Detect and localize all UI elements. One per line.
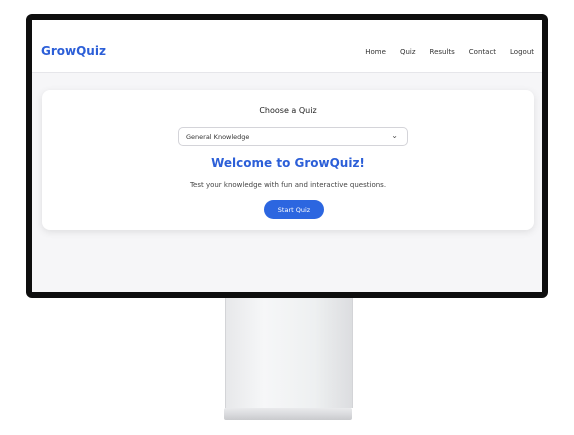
nav-links: Home Quiz Results Contact Logout xyxy=(365,48,534,56)
monitor-stand xyxy=(225,298,353,408)
start-quiz-button[interactable]: Start Quiz xyxy=(264,200,324,219)
chevron-down-icon: ⌄ xyxy=(391,131,398,140)
screen: GrowQuiz Home Quiz Results Contact Logou… xyxy=(32,20,542,292)
welcome-subtitle: Test your knowledge with fun and interac… xyxy=(189,181,387,189)
nav-quiz[interactable]: Quiz xyxy=(400,48,416,56)
welcome-heading: Welcome to GrowQuiz! xyxy=(211,156,365,170)
nav-home[interactable]: Home xyxy=(365,48,386,56)
nav-contact[interactable]: Contact xyxy=(469,48,496,56)
brand-logo[interactable]: GrowQuiz xyxy=(41,44,106,58)
quiz-card: Choose a Quiz General Knowledge ⌄ Welcom… xyxy=(42,90,534,230)
select-value: General Knowledge xyxy=(186,133,250,141)
monitor-frame: GrowQuiz Home Quiz Results Contact Logou… xyxy=(26,14,548,298)
quiz-category-select[interactable]: General Knowledge ⌄ xyxy=(178,127,408,146)
monitor-stand-foot xyxy=(224,408,352,420)
navbar: GrowQuiz Home Quiz Results Contact Logou… xyxy=(32,20,542,73)
nav-results[interactable]: Results xyxy=(430,48,455,56)
choose-quiz-title: Choose a Quiz xyxy=(259,106,317,115)
nav-logout[interactable]: Logout xyxy=(510,48,534,56)
